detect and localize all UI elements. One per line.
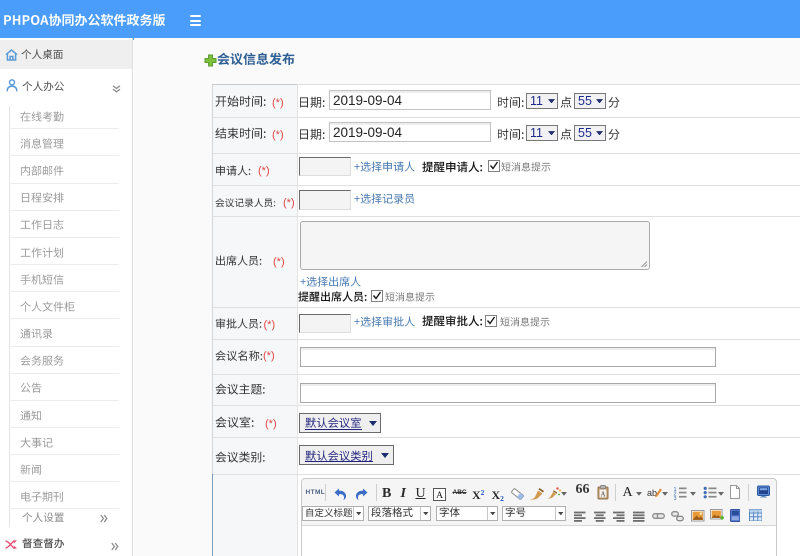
svg-text:A: A [600, 490, 605, 498]
svg-text:A: A [436, 491, 443, 501]
svg-text:3: 3 [674, 496, 677, 500]
